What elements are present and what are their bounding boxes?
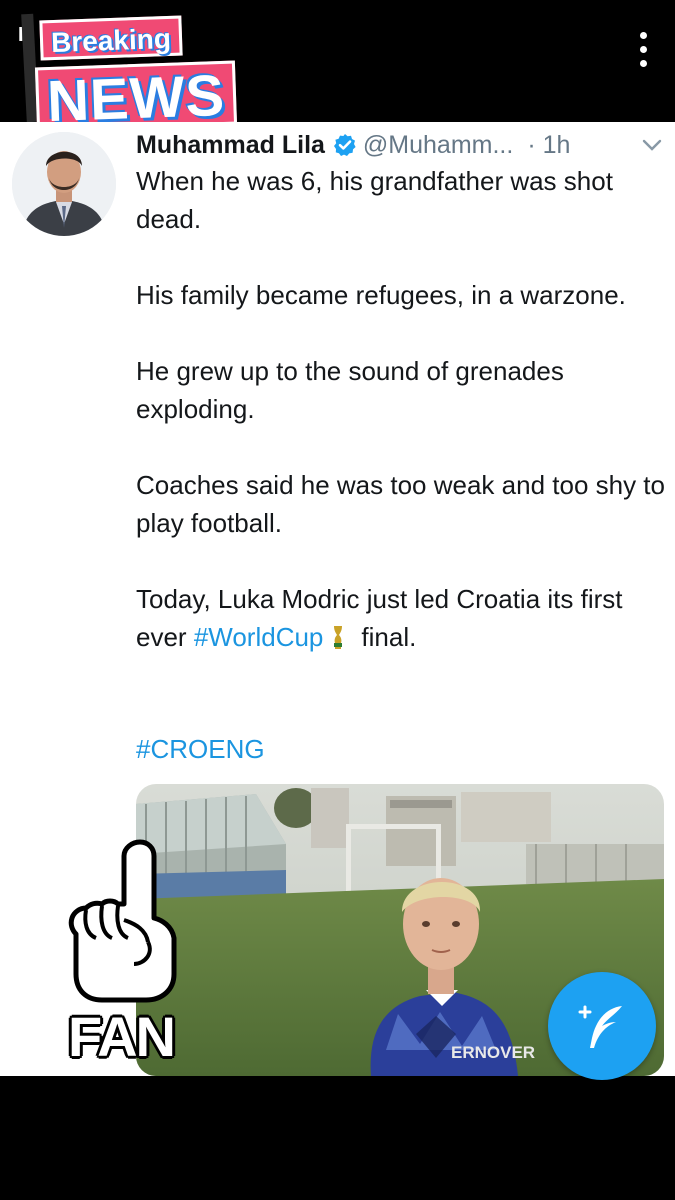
tweet-paragraph-final: Today, Luka Modric just led Croatia its … [136,580,666,656]
hashtag-croeng-link[interactable]: #CROENG [136,734,265,765]
author-handle[interactable]: @Muhamm... [363,131,513,160]
tweet-paragraph: He grew up to the sound of grenades expl… [136,356,564,424]
breaking-label: Breaking [39,15,183,61]
tweet-paragraph: When he was 6, his grandfather was shot … [136,166,613,234]
author-name[interactable]: Muhammad Lila [136,131,325,160]
tweet-text: When he was 6, his grandfather was shot … [136,162,666,656]
fan-sticker: FAN [66,834,184,1068]
hashtag-worldcup-link[interactable]: #WorldCup [194,622,324,652]
chevron-down-icon[interactable] [641,134,663,156]
world-cup-trophy-icon [331,621,345,649]
tweet-header: Muhammad Lila @Muhamm... · 1h [136,128,570,162]
pointing-hand-icon [68,839,177,1003]
verified-badge-icon [333,133,357,157]
tweet-timestamp: · 1h [527,130,571,159]
avatar[interactable] [12,132,116,236]
tweet-paragraph: Coaches said he was too weak and too shy… [136,470,665,538]
more-vert-icon[interactable] [637,30,649,70]
shirt-sponsor-text: ERNOVER [451,1043,535,1062]
news-label: NEWS [34,60,238,134]
bottom-bar [0,1076,675,1200]
tweet-text-segment: final. [361,622,417,652]
fan-label: FAN [68,1005,176,1068]
compose-tweet-button[interactable] [548,972,656,1080]
breaking-news-sticker: Breaking NEWS [21,12,247,134]
tweet-paragraph: His family became refugees, in a warzone… [136,280,626,310]
compose-tweet-icon [578,1005,622,1048]
